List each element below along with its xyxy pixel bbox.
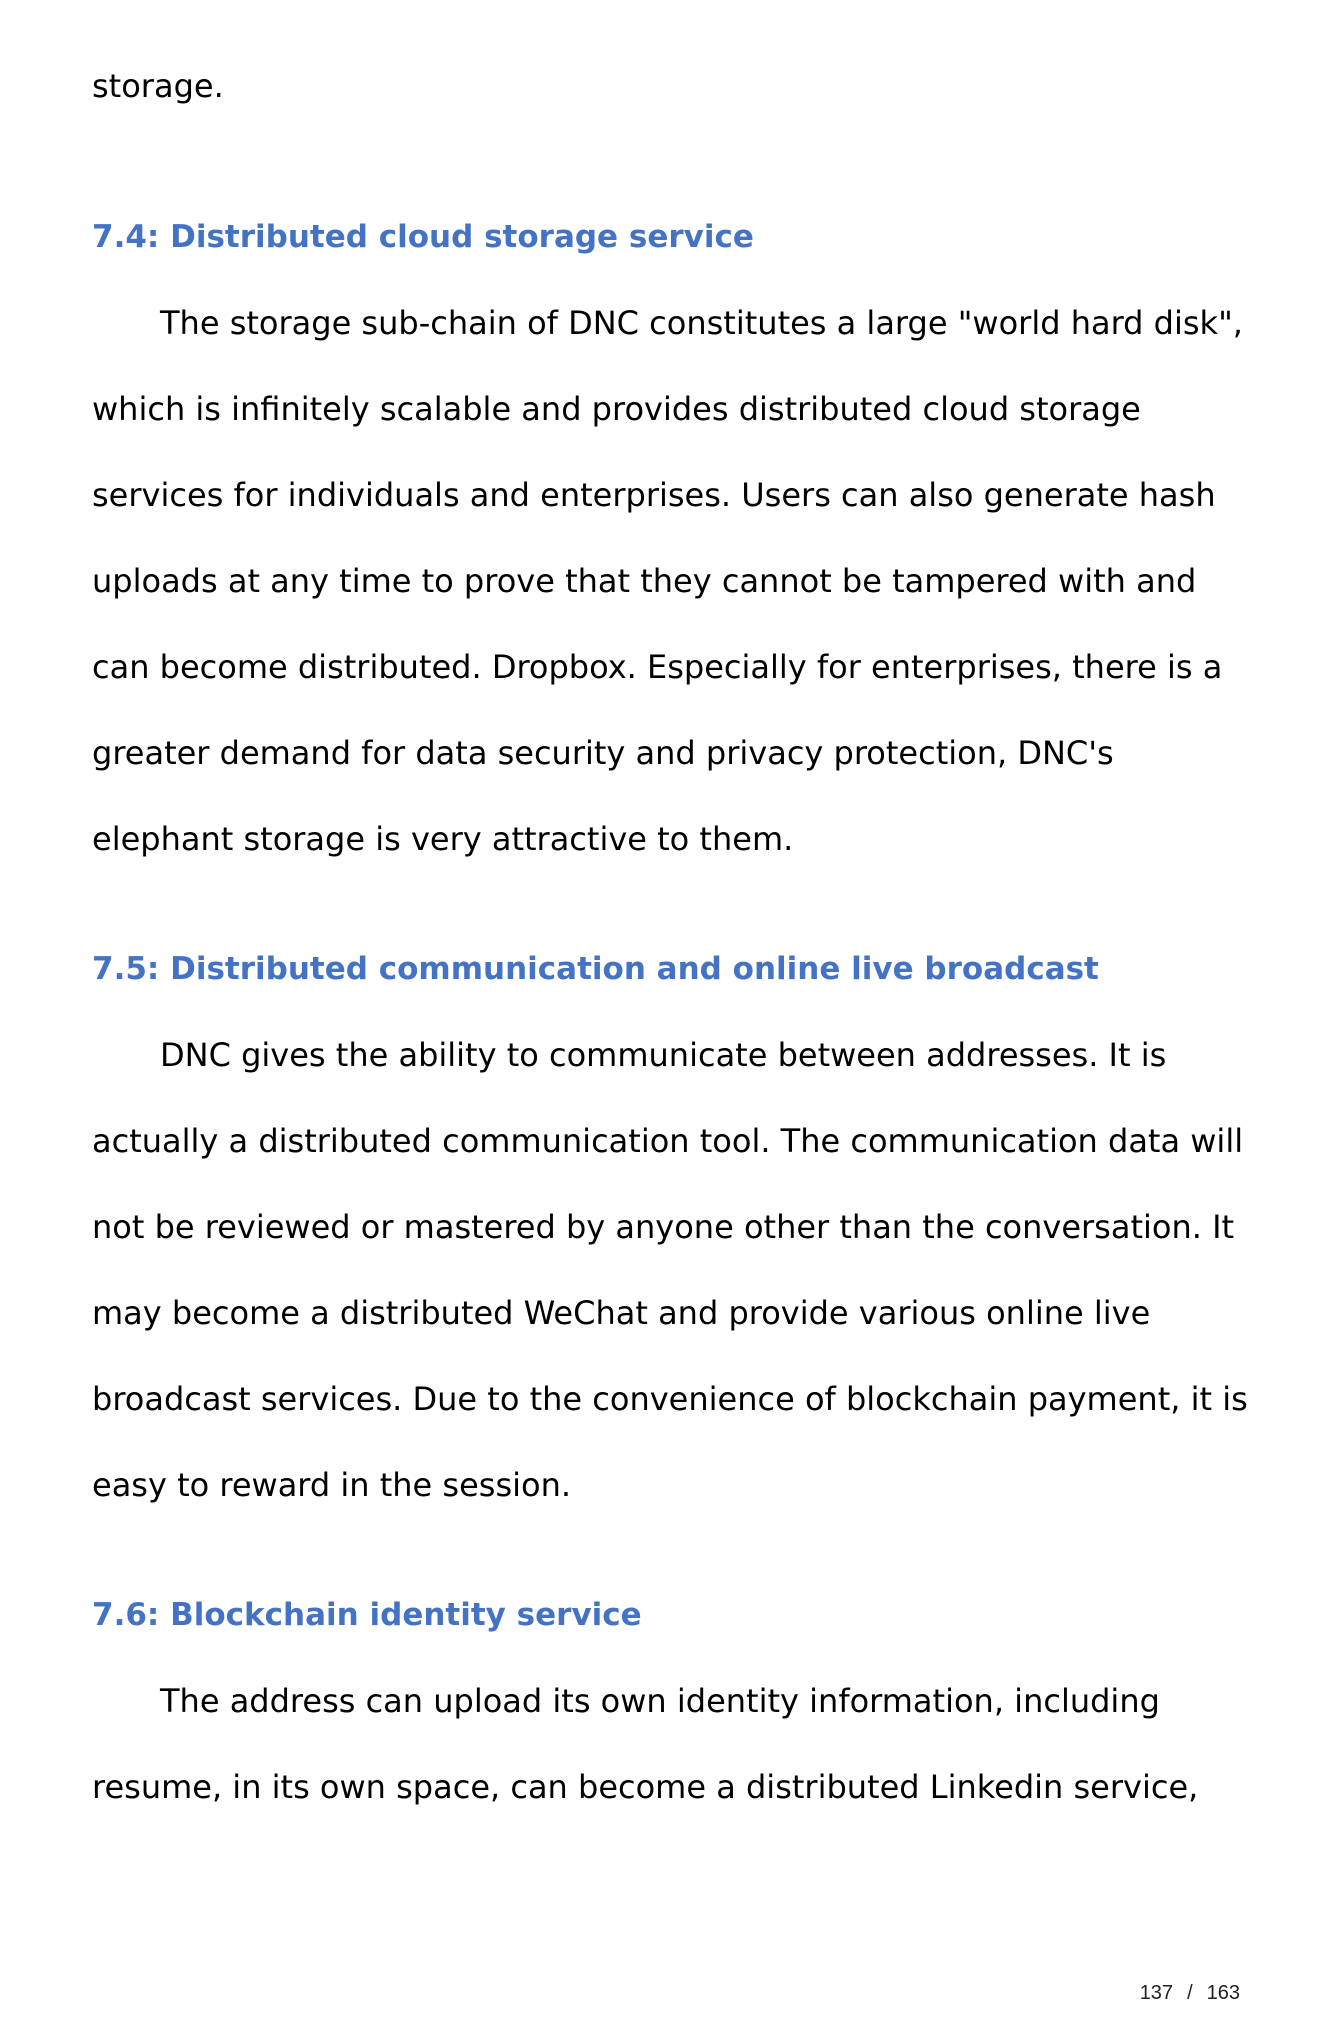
paragraph-line: may become a distributed WeChat and prov… [92, 1294, 1151, 1332]
section-heading: 7.5: Distributed communication and onlin… [92, 951, 1099, 987]
section-7-6: 7.6: Blockchain identity service The add… [92, 1572, 1252, 1830]
paragraph-line: elephant storage is very attractive to t… [92, 820, 794, 858]
paragraph-line: not be reviewed or mastered by anyone ot… [92, 1208, 1235, 1246]
paragraph-line: uploads at any time to prove that they c… [92, 562, 1197, 600]
section-heading: 7.4: Distributed cloud storage service [92, 219, 754, 255]
paragraph-line: greater demand for data security and pri… [92, 734, 1114, 772]
paragraph-line: actually a distributed communication too… [92, 1122, 1244, 1160]
current-page-number: 137 [1139, 1982, 1174, 2004]
paragraph-line: broadcast services. Due to the convenien… [92, 1380, 1248, 1418]
paragraph-line: services for individuals and enterprises… [92, 476, 1216, 514]
paragraph-line: can become distributed. Dropbox. Especia… [92, 648, 1223, 686]
section-7-5: 7.5: Distributed communication and onlin… [92, 926, 1252, 1528]
intro-tail-text: storage. [92, 67, 224, 105]
total-pages-number: 163 [1206, 1982, 1240, 2004]
section-heading: 7.6: Blockchain identity service [92, 1597, 642, 1633]
paragraph-line: The address can upload its own identity … [160, 1682, 1160, 1720]
paragraph-line: which is infinitely scalable and provide… [92, 390, 1141, 428]
page-content: storage. 7.4: Distributed cloud storage … [92, 67, 1252, 1830]
page-separator: / [1187, 1982, 1193, 2004]
paragraph-line: The storage sub-chain of DNC constitutes… [160, 304, 1243, 342]
paragraph-line: easy to reward in the session. [92, 1466, 572, 1504]
section-7-4: 7.4: Distributed cloud storage service T… [92, 194, 1252, 882]
document-page: storage. 7.4: Distributed cloud storage … [0, 0, 1332, 2041]
paragraph-line: resume, in its own space, can become a d… [92, 1768, 1199, 1806]
page-number-footer: 137 / 163 [1140, 1982, 1240, 2005]
paragraph-line: DNC gives the ability to communicate bet… [160, 1036, 1167, 1074]
